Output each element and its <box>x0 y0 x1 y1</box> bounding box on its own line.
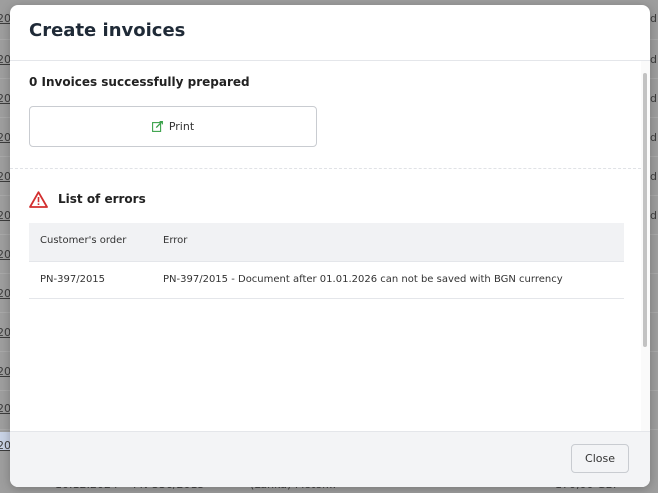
background-row-value: d <box>650 92 657 105</box>
dialog-title: Create invoices <box>29 20 186 41</box>
scrollbar-thumb[interactable] <box>643 73 647 347</box>
success-message: 0 Invoices successfully prepared <box>29 75 250 89</box>
section-divider <box>10 168 641 169</box>
cell-customer-order: PN-397/2015 <box>40 274 106 285</box>
table-row: PN-397/2015 PN-397/2015 - Document after… <box>29 262 624 299</box>
errors-table: Customer's order Error PN-397/2015 PN-39… <box>29 223 624 299</box>
dialog-header: Create invoices <box>10 5 650 61</box>
errors-title: List of errors <box>58 192 146 206</box>
dialog-footer: Close <box>10 431 650 487</box>
edit-icon <box>151 121 163 132</box>
background-row-value: d <box>650 131 657 144</box>
background-row-value: d <box>650 53 657 66</box>
print-button-label: Print <box>168 120 195 133</box>
column-header-error: Error <box>163 235 188 246</box>
warning-icon <box>29 190 48 208</box>
cell-error-message: PN-397/2015 - Document after 01.01.2026 … <box>163 274 563 285</box>
close-button[interactable]: Close <box>571 444 629 473</box>
print-button[interactable]: Print <box>29 106 317 147</box>
background-row-value: d <box>650 12 657 25</box>
column-header-customer-order: Customer's order <box>40 235 127 246</box>
table-header: Customer's order Error <box>29 223 624 262</box>
create-invoices-dialog: Create invoices 0 Invoices successfully … <box>10 5 650 487</box>
background-row-value: d <box>650 170 657 183</box>
errors-heading: List of errors <box>29 189 146 209</box>
dialog-body: 0 Invoices successfully prepared Print L… <box>10 61 650 431</box>
background-row-value: d <box>650 209 657 222</box>
dialog-scrollbar[interactable] <box>641 61 650 431</box>
